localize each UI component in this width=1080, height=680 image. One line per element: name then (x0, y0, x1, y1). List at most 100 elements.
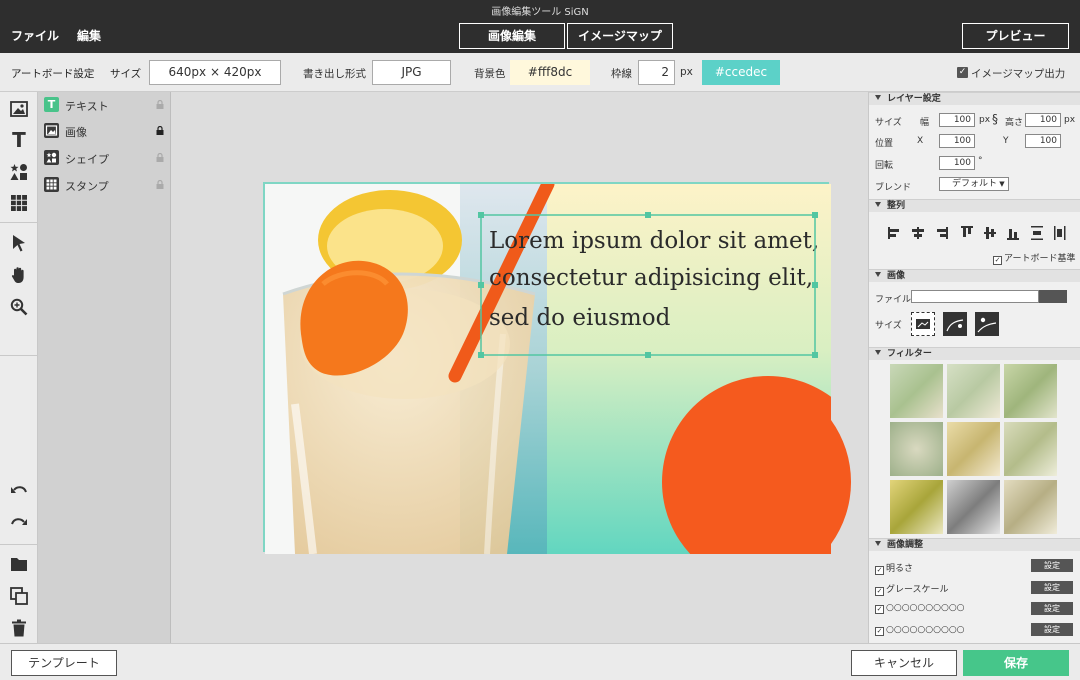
properties-panel: レイヤー設定 サイズ 幅 100 px § 高さ 100 px 位置 X 100… (868, 92, 1080, 643)
adjust-option-4[interactable]: ✓ ○○○○○○○○○○ (875, 625, 965, 636)
border-color-field[interactable]: #ccedec (702, 60, 780, 85)
artboard-size-field[interactable]: 640px × 420px (149, 60, 281, 85)
filter-thumbnail[interactable] (947, 422, 1000, 476)
lock-open-icon[interactable] (156, 100, 164, 109)
filter-thumbnail[interactable] (890, 364, 943, 418)
fit-contain-icon[interactable] (911, 312, 935, 336)
layer-item-stamp[interactable]: スタンプ (38, 173, 171, 197)
adjust-3-settings-button[interactable]: 設定 (1031, 602, 1073, 615)
grayscale-settings-button[interactable]: 設定 (1031, 581, 1073, 594)
blend-label: ブレンド (875, 183, 912, 193)
rotate-unit: ° (978, 156, 983, 166)
artboard-scene: Lorem ipsum dolor sit amet, consectetur … (265, 184, 852, 554)
shapes-icon[interactable] (8, 161, 30, 183)
image-header[interactable]: 画像 (869, 269, 1080, 282)
adjust-4-settings-button[interactable]: 設定 (1031, 623, 1073, 636)
adjust-option-3[interactable]: ✓ ○○○○○○○○○○ (875, 603, 965, 614)
app-root: 画像編集ツール SiGN ファイル 編集 画像編集 イメージマップ プレビュー … (0, 0, 1080, 680)
canvas-stage[interactable]: Lorem ipsum dolor sit amet, consectetur … (171, 92, 868, 643)
shapes-icon (44, 150, 59, 165)
canvas-text-line: consectetur adipisicing elit, (489, 265, 813, 291)
image-adjust-header[interactable]: 画像調整 (869, 538, 1080, 551)
layer-label: スタンプ (65, 180, 109, 193)
height-input[interactable]: 100 (1025, 113, 1061, 127)
preview-button[interactable]: プレビュー (962, 23, 1069, 49)
height-label: 高さ (1005, 118, 1024, 128)
lock-icon[interactable] (156, 126, 164, 135)
undo-icon[interactable] (8, 481, 30, 503)
export-format-label: 書き出し形式 (303, 68, 366, 80)
adjust-option-brightness[interactable]: ✓ 明るさ (875, 561, 913, 575)
filter-thumbnail[interactable] (1004, 364, 1057, 418)
filter-header[interactable]: フィルター (869, 347, 1080, 360)
image-icon (44, 123, 59, 138)
artboard-base-option[interactable]: ✓ アートボード基準 (993, 251, 1075, 265)
text-icon[interactable]: T (8, 128, 30, 152)
cancel-button[interactable]: キャンセル (851, 650, 957, 676)
fit-cover-icon[interactable] (943, 312, 967, 336)
filter-thumbnail[interactable] (947, 364, 1000, 418)
rotate-input[interactable]: 100 (939, 156, 975, 170)
border-unit-label: px (680, 66, 693, 78)
layer-settings-header[interactable]: レイヤー設定 (869, 92, 1080, 105)
filter-grid (890, 364, 1060, 536)
filter-thumbnail[interactable] (1004, 480, 1057, 534)
layer-item-image[interactable]: 画像 (38, 119, 171, 143)
width-label: 幅 (920, 118, 930, 128)
adjust-option-grayscale[interactable]: ✓ グレースケール (875, 582, 949, 596)
app-title: 画像編集ツール SiGN (491, 7, 589, 18)
grid-icon[interactable] (8, 192, 30, 214)
imagemap-output-checkbox[interactable]: ✓ (957, 67, 968, 78)
grid-icon (44, 177, 59, 192)
filter-thumbnail[interactable] (890, 480, 943, 534)
artboard[interactable]: Lorem ipsum dolor sit amet, consectetur … (263, 182, 852, 554)
background-color-label: 背景色 (474, 68, 506, 80)
zoom-icon[interactable] (8, 296, 30, 318)
tab-image-map[interactable]: イメージマップ (567, 23, 673, 49)
blend-select[interactable]: デフォルト ▼ (939, 177, 1009, 191)
artboard-settings-bar: アートボード設定 サイズ 640px × 420px 書き出し形式 JPG 背景… (0, 53, 1080, 92)
image-icon[interactable] (8, 98, 30, 120)
folder-icon[interactable] (8, 553, 30, 575)
y-input[interactable]: 100 (1025, 134, 1061, 148)
duplicate-icon[interactable] (8, 585, 30, 607)
layer-item-text[interactable]: T テキスト (38, 93, 171, 117)
border-label: 枠線 (611, 68, 632, 80)
filter-thumbnail[interactable] (947, 480, 1000, 534)
file-input[interactable] (911, 290, 1039, 303)
brightness-settings-button[interactable]: 設定 (1031, 559, 1073, 572)
x-input[interactable]: 100 (939, 134, 975, 148)
filter-thumbnail[interactable] (1004, 422, 1057, 476)
width-input[interactable]: 100 (939, 113, 975, 127)
top-bar: 画像編集ツール SiGN ファイル 編集 画像編集 イメージマップ プレビュー (0, 0, 1080, 53)
fit-fill-icon[interactable] (975, 312, 999, 336)
select-arrow-icon[interactable] (8, 232, 30, 254)
x-label: X (917, 136, 924, 146)
background-color-field[interactable]: #fff8dc (510, 60, 590, 85)
lock-open-icon[interactable] (156, 153, 164, 162)
redo-icon[interactable] (8, 513, 30, 535)
menu-edit[interactable]: 編集 (77, 27, 101, 44)
filter-thumbnail[interactable] (890, 422, 943, 476)
hand-icon[interactable] (8, 264, 30, 286)
layer-label: 画像 (65, 126, 87, 139)
canvas-text-line: Lorem ipsum dolor sit amet, (489, 228, 819, 254)
layer-label: シェイプ (65, 153, 109, 166)
template-button[interactable]: テンプレート (11, 650, 117, 676)
file-browse-button[interactable] (1039, 290, 1067, 303)
bottom-bar: テンプレート キャンセル 保存 (0, 643, 1080, 680)
canvas-text-line: sed do eiusmod (489, 305, 671, 331)
tab-image-edit[interactable]: 画像編集 (459, 23, 565, 49)
trash-icon[interactable] (8, 617, 30, 639)
export-format-select[interactable]: JPG (372, 60, 451, 85)
menu-file[interactable]: ファイル (11, 27, 59, 44)
height-unit: px (1064, 115, 1076, 125)
border-width-field[interactable]: 2 (638, 60, 675, 85)
rotate-label: 回転 (875, 161, 894, 171)
save-button[interactable]: 保存 (963, 650, 1069, 676)
lock-open-icon[interactable] (156, 180, 164, 189)
layer-item-shape[interactable]: シェイプ (38, 146, 171, 170)
link-icon[interactable]: § (992, 112, 998, 126)
align-icons[interactable] (887, 225, 1067, 241)
align-header[interactable]: 整列 (869, 199, 1080, 212)
